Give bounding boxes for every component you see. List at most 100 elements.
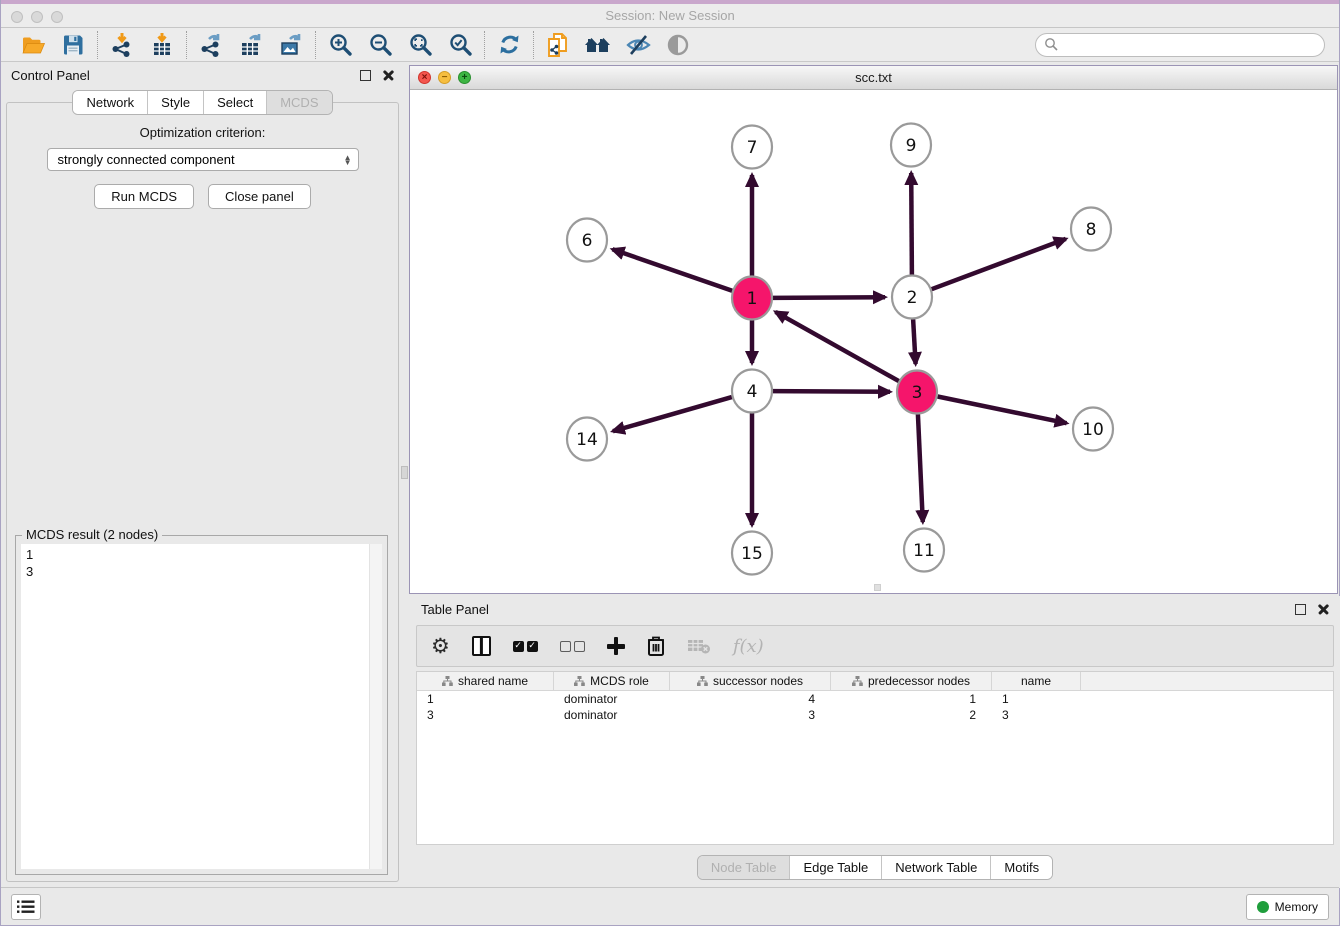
export-network-icon[interactable] bbox=[196, 31, 226, 59]
tab-motifs[interactable]: Motifs bbox=[991, 856, 1052, 879]
search-field[interactable] bbox=[1035, 33, 1325, 57]
graph-edge-3-1[interactable] bbox=[776, 312, 899, 381]
zoom-fit-icon[interactable] bbox=[405, 31, 435, 59]
tab-style[interactable]: Style bbox=[148, 91, 204, 114]
svg-text:8: 8 bbox=[1086, 220, 1097, 240]
settings-gear-icon[interactable]: ⚙ bbox=[431, 631, 450, 661]
clear-checkboxes-icon[interactable] bbox=[560, 631, 585, 661]
table-close-panel-icon[interactable] bbox=[1318, 604, 1329, 615]
table-row[interactable]: 1 dominator 4 1 1 bbox=[417, 691, 1333, 707]
open-file-icon[interactable] bbox=[18, 31, 48, 59]
network-canvas[interactable]: 7 9 6 8 1 2 4 3 14 10 15 11 bbox=[410, 90, 1337, 593]
graph-edge-3-11[interactable] bbox=[918, 414, 923, 522]
graph-node-4[interactable]: 4 bbox=[732, 370, 772, 413]
show-graphics-details-icon[interactable] bbox=[663, 31, 693, 59]
graph-node-6[interactable]: 6 bbox=[567, 219, 607, 262]
graph-node-1[interactable]: 1 bbox=[732, 277, 772, 320]
float-panel-icon[interactable] bbox=[360, 70, 371, 81]
graph-edge-3-10[interactable] bbox=[938, 397, 1067, 424]
cell-mcds-role[interactable]: dominator bbox=[554, 708, 670, 722]
import-network-icon[interactable] bbox=[107, 31, 137, 59]
graph-edge-2-3[interactable] bbox=[913, 319, 916, 364]
cell-predecessor-nodes[interactable]: 2 bbox=[831, 708, 992, 722]
task-history-button[interactable] bbox=[11, 894, 41, 920]
graph-edge-2-9[interactable] bbox=[911, 173, 912, 275]
graph-edge-4-14[interactable] bbox=[613, 397, 732, 431]
cell-mcds-role[interactable]: dominator bbox=[554, 692, 670, 706]
graph-node-3[interactable]: 3 bbox=[897, 371, 937, 414]
function-builder-icon: f(x) bbox=[733, 631, 764, 661]
optimization-criterion-label: Optimization criterion: bbox=[7, 125, 398, 140]
close-panel-icon[interactable] bbox=[383, 70, 394, 81]
column-header-shared-name[interactable]: shared name bbox=[417, 672, 554, 690]
column-header-mcds-role[interactable]: MCDS role bbox=[554, 672, 670, 690]
panel-splitter-handle[interactable] bbox=[401, 466, 408, 479]
tab-mcds[interactable]: MCDS bbox=[267, 91, 331, 114]
tab-node-table[interactable]: Node Table bbox=[698, 856, 791, 879]
zoom-out-icon[interactable] bbox=[365, 31, 395, 59]
result-scrollbar[interactable] bbox=[369, 544, 382, 869]
canvas-resize-grip[interactable] bbox=[874, 584, 881, 591]
close-panel-button[interactable]: Close panel bbox=[208, 184, 311, 209]
control-panel-title: Control Panel bbox=[11, 68, 90, 83]
hide-graphics-details-icon[interactable] bbox=[623, 31, 653, 59]
zoom-selected-icon[interactable] bbox=[445, 31, 475, 59]
cell-shared-name[interactable]: 1 bbox=[417, 692, 554, 706]
cell-predecessor-nodes[interactable]: 1 bbox=[831, 692, 992, 706]
mcds-result-textarea[interactable]: 1 3 bbox=[21, 544, 382, 869]
table-float-panel-icon[interactable] bbox=[1295, 604, 1306, 615]
graph-node-2[interactable]: 2 bbox=[892, 276, 932, 319]
svg-text:15: 15 bbox=[741, 544, 763, 564]
delete-column-icon[interactable] bbox=[647, 631, 665, 661]
graph-node-14[interactable]: 14 bbox=[567, 418, 607, 461]
export-table-icon[interactable] bbox=[236, 31, 266, 59]
tab-edge-table[interactable]: Edge Table bbox=[790, 856, 882, 879]
graph-edge-1-2[interactable] bbox=[773, 297, 885, 298]
memory-button[interactable]: Memory bbox=[1246, 894, 1329, 920]
cell-successor-nodes[interactable]: 4 bbox=[670, 692, 831, 706]
run-mcds-button[interactable]: Run MCDS bbox=[94, 184, 194, 209]
column-header-name[interactable]: name bbox=[992, 672, 1081, 690]
home-view-icon[interactable] bbox=[583, 31, 613, 59]
graph-node-9[interactable]: 9 bbox=[891, 124, 931, 167]
network-window-title: scc.txt bbox=[410, 70, 1337, 85]
network-window-titlebar[interactable]: × − + scc.txt bbox=[410, 66, 1337, 90]
svg-text:2: 2 bbox=[907, 288, 918, 308]
column-header-predecessor-nodes[interactable]: predecessor nodes bbox=[831, 672, 992, 690]
refresh-icon[interactable] bbox=[494, 31, 524, 59]
cell-successor-nodes[interactable]: 3 bbox=[670, 708, 831, 722]
criterion-select[interactable]: strongly connected component ▲▼ bbox=[47, 148, 359, 171]
tab-network-table[interactable]: Network Table bbox=[882, 856, 991, 879]
show-column-icon[interactable] bbox=[472, 631, 491, 661]
cell-name[interactable]: 1 bbox=[992, 692, 1081, 706]
import-table-icon[interactable] bbox=[147, 31, 177, 59]
node-table[interactable]: shared name MCDS role successor nodes pr… bbox=[416, 671, 1334, 845]
graph-node-10[interactable]: 10 bbox=[1073, 408, 1113, 451]
graph-edge-1-6[interactable] bbox=[613, 249, 733, 290]
column-label: MCDS role bbox=[590, 674, 649, 688]
graph-node-8[interactable]: 8 bbox=[1071, 208, 1111, 251]
select-all-checkboxes-icon[interactable] bbox=[513, 631, 538, 661]
graph-node-15[interactable]: 15 bbox=[732, 532, 772, 575]
result-line: 1 bbox=[26, 546, 382, 563]
zoom-in-icon[interactable] bbox=[325, 31, 355, 59]
table-row[interactable]: 3 dominator 3 2 3 bbox=[417, 707, 1333, 723]
cell-name[interactable]: 3 bbox=[992, 708, 1081, 722]
add-column-icon[interactable] bbox=[607, 631, 625, 661]
window-title: Session: New Session bbox=[1, 8, 1339, 23]
save-session-icon[interactable] bbox=[58, 31, 88, 59]
column-header-successor-nodes[interactable]: successor nodes bbox=[670, 672, 831, 690]
application-window: Session: New Session bbox=[0, 0, 1340, 926]
graph-node-11[interactable]: 11 bbox=[904, 529, 944, 572]
graph-node-7[interactable]: 7 bbox=[732, 126, 772, 169]
table-toolbar: ⚙ f(x) bbox=[416, 625, 1334, 667]
graph-edge-2-8[interactable] bbox=[932, 239, 1066, 289]
tab-select[interactable]: Select bbox=[204, 91, 267, 114]
tab-network[interactable]: Network bbox=[73, 91, 148, 114]
cell-shared-name[interactable]: 3 bbox=[417, 708, 554, 722]
clone-network-icon[interactable] bbox=[543, 31, 573, 59]
graph-edge-4-3[interactable] bbox=[773, 391, 890, 392]
control-panel-tabs: Network Style Select MCDS bbox=[72, 90, 332, 115]
search-input[interactable] bbox=[1059, 38, 1316, 52]
export-image-icon[interactable] bbox=[276, 31, 306, 59]
